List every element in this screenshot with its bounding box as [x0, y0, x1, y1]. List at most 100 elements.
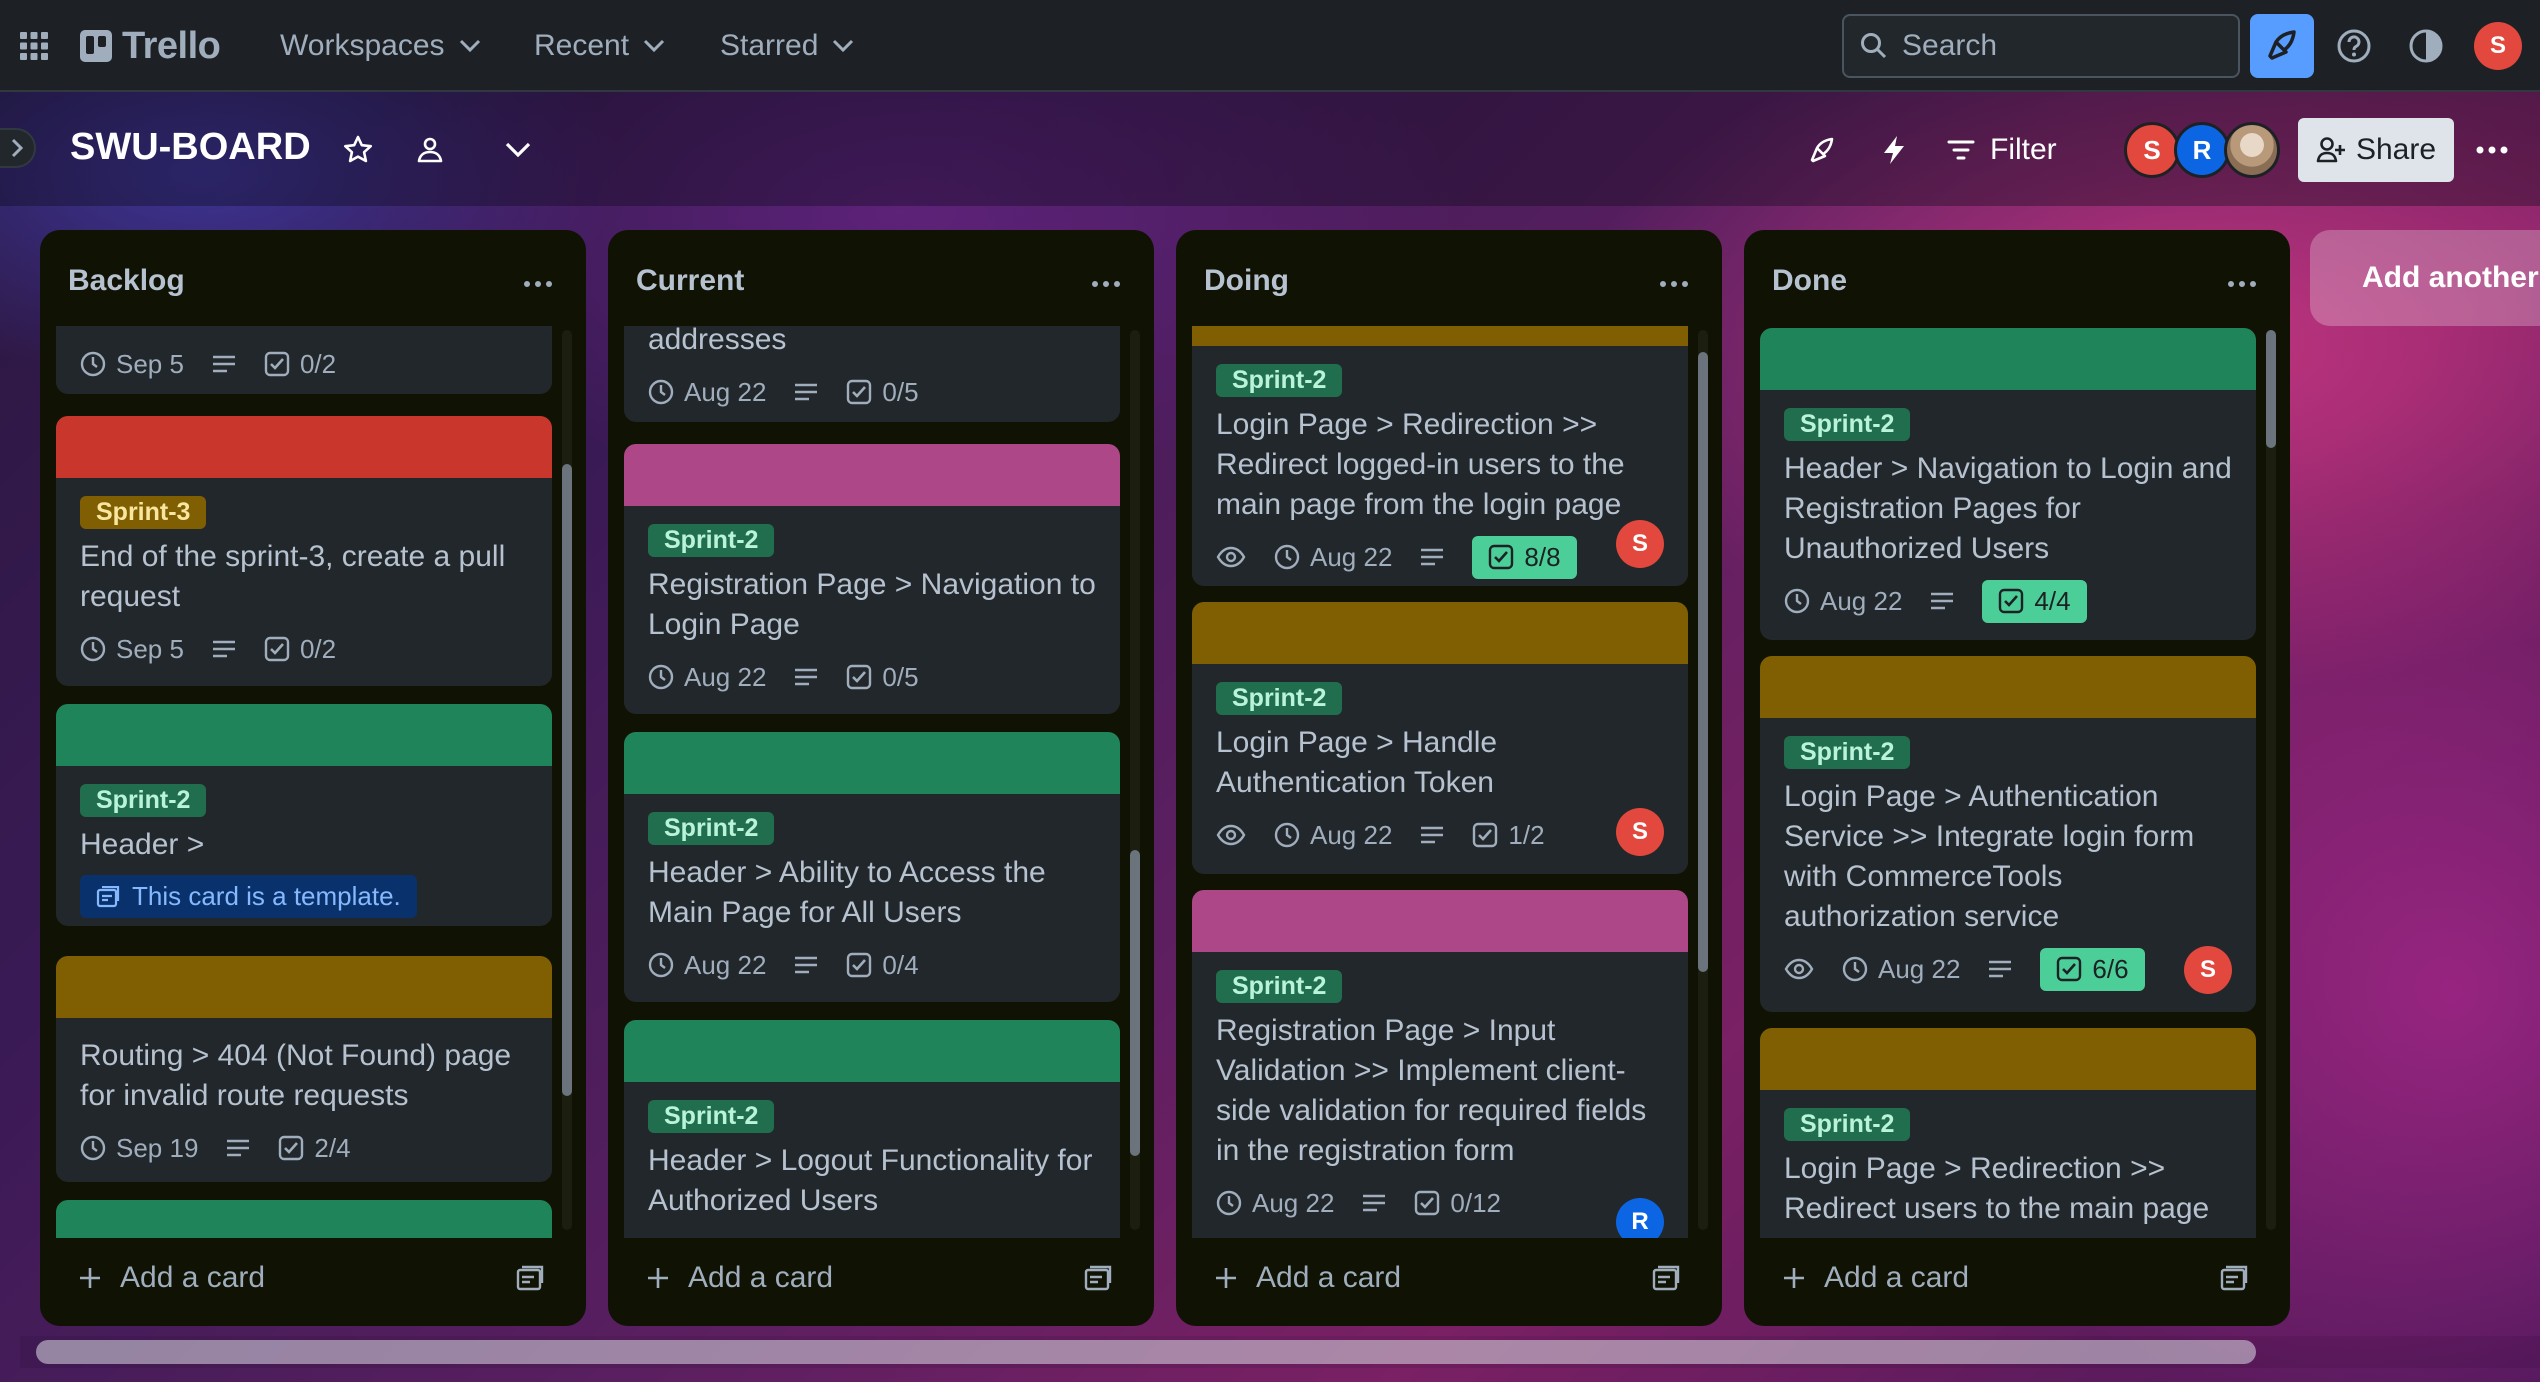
list-actions-icon[interactable] — [1654, 264, 1694, 304]
list-title[interactable]: Backlog — [68, 264, 185, 298]
due-date: Aug 22 — [684, 949, 767, 980]
checklist-count: 0/5 — [882, 376, 919, 407]
plus-icon — [1784, 1268, 1804, 1288]
checkbox-icon — [847, 664, 872, 690]
list-actions-icon[interactable] — [518, 264, 558, 304]
card-label: Sprint-2 — [1784, 408, 1911, 441]
list-cards: Sprint-2 Login Page > Redirection >> Red… — [1176, 326, 1722, 1238]
card[interactable]: Sprint-2 Registration Page > Input Valid… — [1192, 890, 1688, 1238]
create-from-template-icon[interactable] — [1646, 1258, 1686, 1298]
list-scrollbar-thumb[interactable] — [2266, 330, 2276, 448]
clock-icon — [1784, 588, 1810, 614]
list-title[interactable]: Current — [636, 264, 744, 298]
recent-label: Recent — [534, 29, 630, 62]
card-label: Sprint-2 — [1216, 970, 1343, 1003]
add-member-icon — [2316, 137, 2345, 163]
card[interactable]: Sprint-3 End of the sprint-3, create a p… — [56, 416, 552, 686]
card-badges: Aug 22 0/5 — [648, 368, 1096, 416]
add-card-button[interactable]: Add a card — [628, 1246, 1134, 1310]
share-button[interactable]: Share — [2298, 118, 2454, 182]
user-avatar[interactable]: S — [2474, 22, 2522, 70]
add-card-button[interactable]: Add a card — [1196, 1246, 1702, 1310]
checklist-badge-complete: 6/6 — [2040, 947, 2145, 991]
theme-toggle-icon[interactable] — [2406, 26, 2446, 66]
card-badges: Aug 22 0/12 — [1216, 1179, 1664, 1227]
automation-icon[interactable] — [1874, 130, 1914, 170]
due-date-badge: Aug 22 — [1274, 820, 1392, 851]
list-scrollbar-thumb[interactable] — [1698, 352, 1708, 972]
megaphone-icon — [2268, 30, 2296, 60]
description-icon — [1420, 547, 1444, 567]
checklist-badge: 0/2 — [264, 349, 336, 380]
card[interactable]: Sprint-2 Header > This card is a templat… — [56, 704, 552, 926]
board-title[interactable]: SWU-BOARD — [70, 126, 311, 169]
board-views-chevron-icon[interactable] — [498, 130, 538, 170]
description-icon — [1930, 591, 1954, 611]
card[interactable]: Routing > 404 (Not Found) page for inval… — [56, 956, 552, 1182]
board-member-avatar[interactable]: R — [2174, 122, 2230, 178]
card-title: Registration Page > Navigation to Login … — [648, 568, 1096, 641]
visibility-icon[interactable] — [410, 130, 450, 170]
help-icon[interactable] — [2334, 26, 2374, 66]
create-from-template-icon[interactable] — [1078, 1258, 1118, 1298]
starred-menu[interactable]: Starred — [708, 22, 866, 70]
checklist-badge: 0/4 — [846, 950, 919, 981]
card-title: Login Page > Handle Authentication Token — [1216, 726, 1498, 799]
list-actions-icon[interactable] — [1086, 264, 1126, 304]
trello-logo[interactable]: Trello — [80, 22, 221, 70]
due-date: Sep 5 — [116, 633, 184, 664]
card[interactable]: Sprint-2 Registration Page > Navigation … — [624, 444, 1120, 714]
card[interactable]: Sprint-2 Login Page > Handle Authenticat… — [1192, 602, 1688, 874]
list-title[interactable]: Done — [1772, 264, 1847, 298]
list-actions-icon[interactable] — [2222, 264, 2262, 304]
card[interactable]: Sprint-2 Login Page > Redirection >> Red… — [1192, 326, 1688, 586]
due-date-badge: Aug 22 — [1274, 542, 1392, 573]
power-ups-icon[interactable] — [1802, 130, 1842, 170]
card[interactable]: Sprint-2 Login Page > Authentication Ser… — [1760, 656, 2256, 1012]
star-icon[interactable] — [338, 130, 378, 170]
card[interactable]: Sep 5 0/2 — [56, 326, 552, 394]
search-input[interactable] — [1902, 29, 2222, 63]
list-scrollbar[interactable] — [2266, 330, 2276, 1230]
card-member-avatar[interactable]: R — [1616, 1198, 1664, 1238]
card-title: Header > — [80, 828, 205, 861]
card-member-avatar[interactable]: S — [2184, 946, 2232, 994]
add-card-button[interactable]: Add a card — [60, 1246, 566, 1310]
card-label: Sprint-2 — [80, 784, 207, 817]
card[interactable]: Sprint-2 Header > Ability to Access the … — [624, 732, 1120, 1002]
card-title: Login Page > Redirection >> Redirect log… — [1216, 408, 1625, 521]
description-icon — [794, 667, 818, 687]
create-from-template-icon[interactable] — [2214, 1258, 2254, 1298]
template-icon — [96, 885, 120, 907]
card[interactable]: addresses Aug 22 0/5 — [624, 326, 1120, 422]
list-scrollbar-thumb[interactable] — [1130, 850, 1140, 1156]
board-horizontal-scrollbar-thumb[interactable] — [36, 1340, 2256, 1364]
card[interactable]: Sprint-2 Header > Navigation to Login an… — [1760, 328, 2256, 640]
whats-new-button[interactable] — [2250, 14, 2314, 78]
card[interactable]: Sprint-2 Login Page > Redirection >> Red… — [1760, 1028, 2256, 1238]
card[interactable] — [56, 1200, 552, 1238]
description-icon — [794, 955, 818, 975]
search-field[interactable] — [1842, 14, 2240, 78]
clock-icon — [1842, 956, 1868, 982]
card-member-avatar[interactable]: S — [1616, 520, 1664, 568]
board-member-avatar[interactable]: S — [2124, 122, 2180, 178]
filter-button[interactable]: Filter — [1946, 124, 2057, 176]
app-switcher-icon[interactable] — [14, 26, 54, 66]
recent-menu[interactable]: Recent — [522, 22, 677, 70]
due-date-badge: Sep 5 — [80, 349, 184, 380]
board-menu-icon[interactable] — [2472, 130, 2512, 170]
add-another-list-button[interactable]: Add another list — [2310, 230, 2540, 326]
card-member-avatar[interactable]: S — [1616, 808, 1664, 856]
card[interactable]: Sprint-2 Header > Logout Functionality f… — [624, 1020, 1120, 1238]
list-scrollbar-thumb[interactable] — [562, 464, 572, 1096]
card-title: Header > Ability to Access the Main Page… — [648, 856, 1046, 929]
create-from-template-icon[interactable] — [510, 1258, 550, 1298]
add-card-button[interactable]: Add a card — [1764, 1246, 2270, 1310]
card-badges: Sep 5 0/2 — [80, 340, 528, 388]
add-card-label: Add a card — [688, 1261, 834, 1294]
list-title[interactable]: Doing — [1204, 264, 1289, 298]
board-member-avatar-photo[interactable] — [2224, 122, 2280, 178]
workspaces-menu[interactable]: Workspaces — [268, 22, 493, 70]
card-label: Sprint-2 — [1216, 364, 1343, 397]
